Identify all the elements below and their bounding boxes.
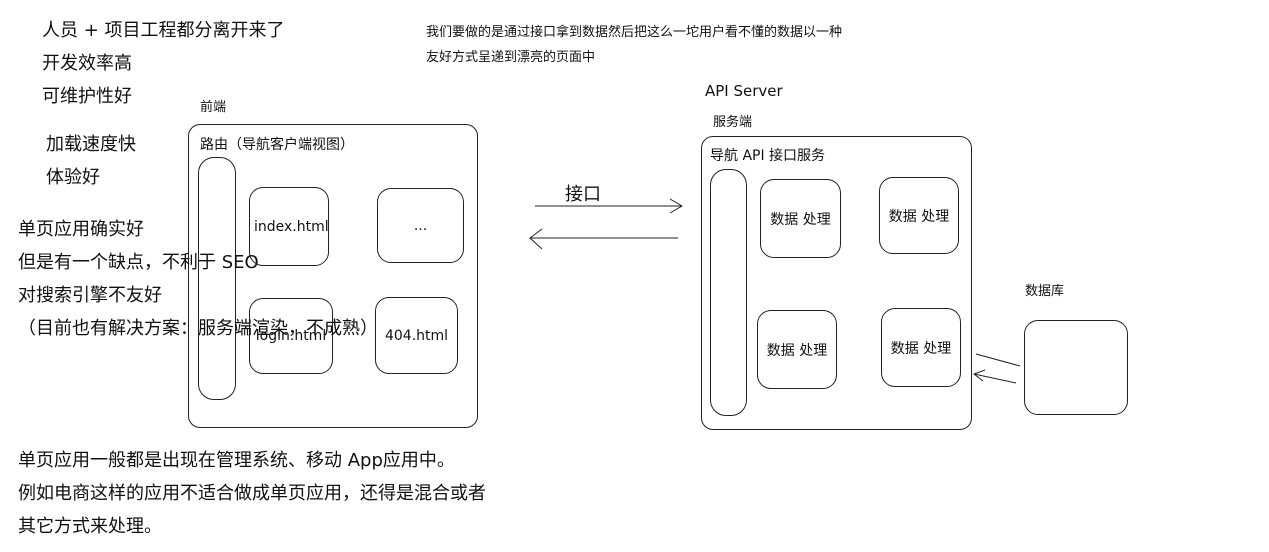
api-server-title: API Server xyxy=(705,82,783,100)
handler-node-3: 数据 处理 xyxy=(757,310,837,389)
bottom-note-line1: 单页应用一般都是出现在管理系统、移动 App应用中。 xyxy=(18,450,455,471)
database-label: 数据库 xyxy=(1025,284,1065,299)
database-node xyxy=(1024,320,1128,415)
server-label: 服务端 xyxy=(713,115,753,130)
handler-node-1: 数据 处理 xyxy=(760,179,841,258)
server-nav-bar xyxy=(710,169,747,416)
handler-node-4: 数据 处理 xyxy=(881,308,961,387)
bottom-note-line3: 其它方式来处理。 xyxy=(18,516,162,537)
bottom-note-line2: 例如电商这样的应用不适合做成单页应用，还得是混合或者 xyxy=(18,483,486,504)
server-nav-label: 导航 API 接口服务 xyxy=(710,148,826,164)
handler-node-2: 数据 处理 xyxy=(879,177,959,254)
